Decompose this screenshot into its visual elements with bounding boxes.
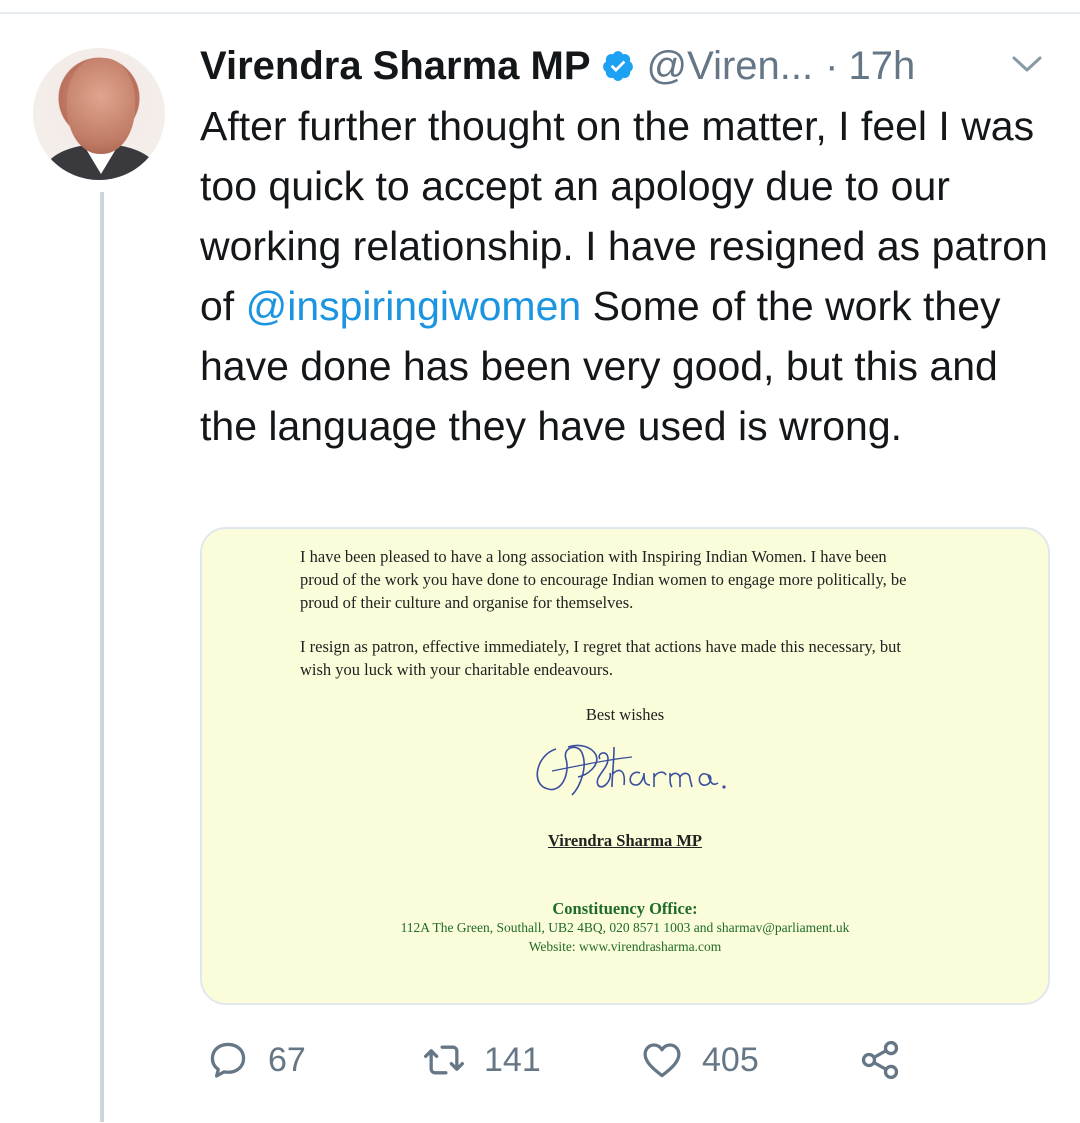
like-button[interactable]: 405 <box>640 1032 759 1088</box>
retweet-button[interactable]: 141 <box>422 1032 541 1088</box>
letter-signer: Virendra Sharma MP <box>548 831 702 850</box>
like-count: 405 <box>702 1040 759 1079</box>
verified-badge-icon <box>602 51 633 81</box>
separator-dot: · <box>825 43 839 88</box>
attached-letter-image[interactable]: I have been pleased to have a long assoc… <box>200 527 1050 1005</box>
letter-paragraph-1: I have been pleased to have a long assoc… <box>300 547 907 612</box>
share-icon <box>861 1040 899 1080</box>
author-name[interactable]: Virendra Sharma MP <box>200 44 591 89</box>
retweet-count: 141 <box>484 1040 541 1079</box>
letter-closing: Best wishes <box>585 705 665 724</box>
avatar[interactable] <box>33 48 165 180</box>
reply-count: 67 <box>268 1040 306 1079</box>
avatar-face <box>67 58 135 154</box>
office-title: Constituency Office: <box>552 899 698 918</box>
retweet-icon <box>424 1045 464 1075</box>
reply-button[interactable]: 67 <box>206 1032 306 1088</box>
handwritten-signature <box>536 744 726 796</box>
office-address: 112A The Green, Southall, UB2 4BQ, 020 8… <box>400 920 850 935</box>
letter-paragraph-2: I resign as patron, effective immediatel… <box>300 637 901 679</box>
mention-link[interactable]: @inspiringiwomen <box>246 283 582 329</box>
thread-line <box>100 192 104 1122</box>
chevron-down-icon[interactable] <box>1010 52 1044 76</box>
tweet-timestamp[interactable]: 17h <box>848 44 915 89</box>
top-divider <box>0 12 1080 14</box>
office-website: Website: www.virendrasharma.com <box>528 939 722 954</box>
tweet-header: Virendra Sharma MP @Viren... · 17h <box>200 38 915 94</box>
author-handle[interactable]: @Viren... <box>647 44 814 89</box>
reply-icon <box>210 1042 246 1078</box>
tweet-text: After further thought on the matter, I f… <box>200 96 1060 456</box>
tweet-actions: 67 141 405 <box>200 1032 1060 1088</box>
share-button[interactable] <box>858 1032 902 1088</box>
heart-icon <box>643 1043 681 1078</box>
